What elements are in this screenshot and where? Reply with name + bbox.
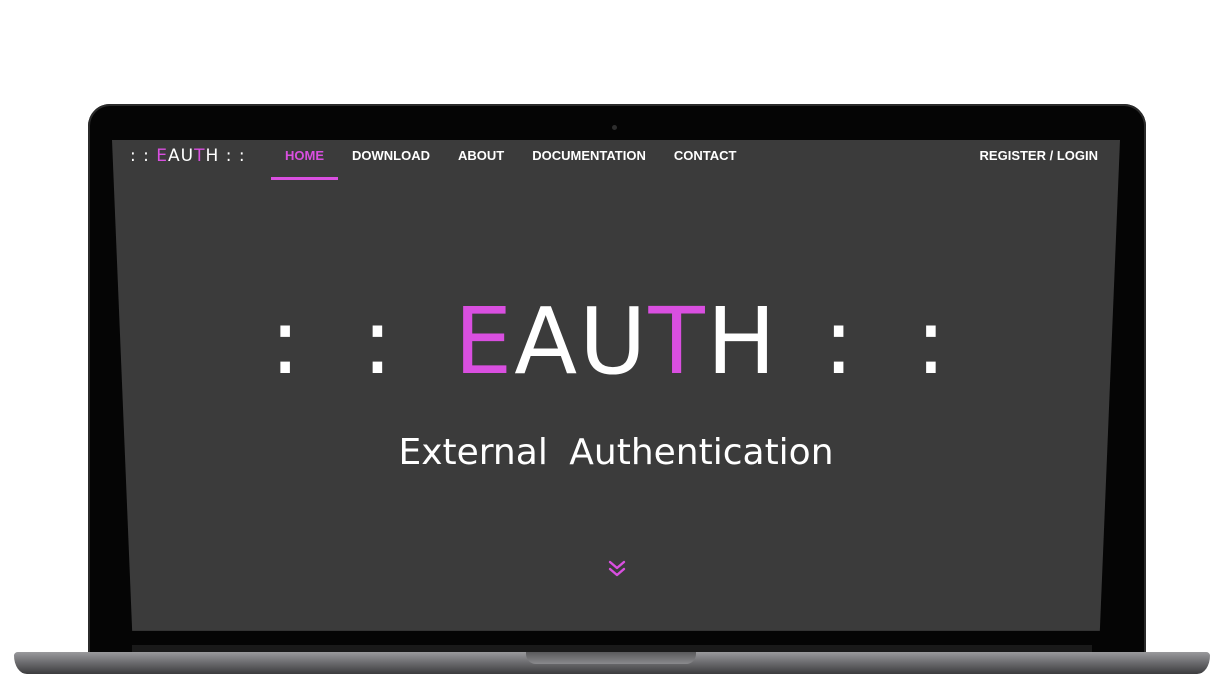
hero-letter-u: U (579, 288, 649, 395)
brand-letter-t: T (194, 146, 206, 166)
register-login-link[interactable]: REGISTER / LOGIN (980, 140, 1098, 180)
laptop-notch (526, 652, 696, 664)
nav-links: HOME DOWNLOAD ABOUT DOCUMENTATION CONTAC… (271, 140, 750, 180)
double-chevron-down-icon[interactable] (606, 558, 628, 580)
brand-prefix: : : (130, 146, 157, 166)
hero-letter-a: A (514, 288, 580, 395)
brand-suffix: : : (219, 146, 246, 166)
brand-letter-u: U (180, 146, 195, 166)
brand-letter-e: E (156, 146, 169, 166)
hero-letter-e: E (454, 288, 515, 395)
nav-item-home[interactable]: HOME (271, 140, 338, 180)
laptop-mockup: : : EAUTH : : HOME DOWNLOAD ABOUT DOCUME… (0, 0, 1224, 700)
hero-title-suffix: : : (777, 288, 963, 395)
hero-title-prefix: : : (269, 288, 455, 395)
hero-subtitle: External Authentication (398, 432, 834, 473)
nav-item-contact[interactable]: CONTACT (660, 140, 751, 180)
brand-letter-h: H (205, 146, 220, 166)
nav-item-documentation[interactable]: DOCUMENTATION (518, 140, 660, 180)
navbar: : : EAUTH : : HOME DOWNLOAD ABOUT DOCUME… (112, 140, 1120, 180)
laptop-screen: : : EAUTH : : HOME DOWNLOAD ABOUT DOCUME… (112, 140, 1120, 631)
nav-item-download[interactable]: DOWNLOAD (338, 140, 444, 180)
brand-letter-a: A (168, 146, 181, 166)
hero-letter-t: T (648, 288, 707, 395)
nav-item-about[interactable]: ABOUT (444, 140, 518, 180)
brand-logo[interactable]: : : EAUTH : : (130, 146, 246, 166)
hero-letter-h: H (706, 288, 778, 395)
hero-title: : : EAUTH : : (112, 292, 1120, 392)
camera-icon (612, 125, 617, 130)
